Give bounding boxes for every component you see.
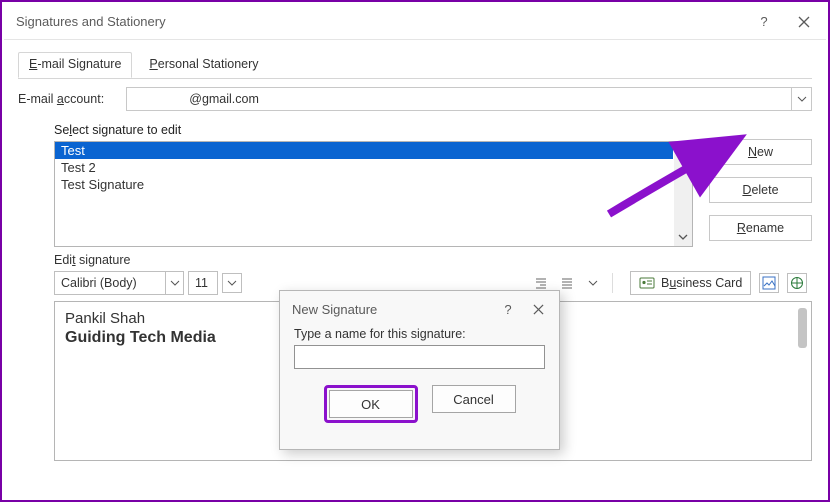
picture-icon[interactable] — [759, 273, 779, 293]
chevron-down-icon[interactable] — [165, 272, 183, 294]
close-icon[interactable] — [523, 294, 553, 324]
signature-list[interactable]: Test Test 2 Test Signature — [54, 141, 693, 247]
chevron-down-icon[interactable] — [791, 88, 811, 110]
signature-name-input[interactable] — [294, 345, 545, 369]
ok-button[interactable]: OK — [329, 390, 413, 418]
email-account-select[interactable]: xxxxxxxxx @gmail.com — [126, 87, 812, 111]
tab-strip: E-mail Signature Personal Stationery — [4, 40, 826, 79]
edit-signature-label: Edit signature — [4, 247, 826, 269]
font-size-select[interactable]: 11 — [188, 271, 218, 295]
scroll-down-icon[interactable] — [674, 228, 692, 246]
signature-item[interactable]: Test — [55, 142, 673, 159]
tab-personal-stationery[interactable]: Personal Stationery — [138, 52, 269, 78]
signature-list-label: Select signature to edit — [54, 123, 693, 137]
help-icon[interactable]: ? — [493, 294, 523, 324]
chevron-down-icon[interactable] — [582, 272, 604, 294]
cancel-button[interactable]: Cancel — [432, 385, 516, 413]
chevron-down-icon[interactable] — [222, 273, 242, 293]
new-signature-dialog: New Signature ? Type a name for this sig… — [279, 290, 560, 450]
email-account-value: @gmail.com — [189, 92, 259, 106]
globe-link-icon[interactable] — [787, 273, 807, 293]
font-select[interactable]: Calibri (Body) — [54, 271, 184, 295]
signature-item[interactable]: Test 2 — [55, 159, 673, 176]
tab-email-signature[interactable]: E-mail Signature — [18, 52, 132, 78]
close-icon[interactable] — [784, 4, 824, 40]
rename-button[interactable]: Rename — [709, 215, 812, 241]
business-card-button[interactable]: Business Card — [630, 271, 751, 295]
signature-item[interactable]: Test Signature — [55, 176, 673, 193]
title-bar: Signatures and Stationery ? — [4, 4, 826, 40]
new-button[interactable]: New — [709, 139, 812, 165]
scrollbar[interactable] — [798, 308, 807, 348]
business-card-icon — [639, 276, 655, 290]
delete-button[interactable]: Delete — [709, 177, 812, 203]
dialog-prompt: Type a name for this signature: — [294, 327, 545, 341]
help-icon[interactable]: ? — [744, 4, 784, 40]
dialog-title: New Signature — [292, 302, 377, 317]
email-account-label: E-mail account: — [18, 92, 118, 106]
scroll-up-icon[interactable] — [674, 142, 692, 160]
window-title: Signatures and Stationery — [16, 14, 166, 29]
